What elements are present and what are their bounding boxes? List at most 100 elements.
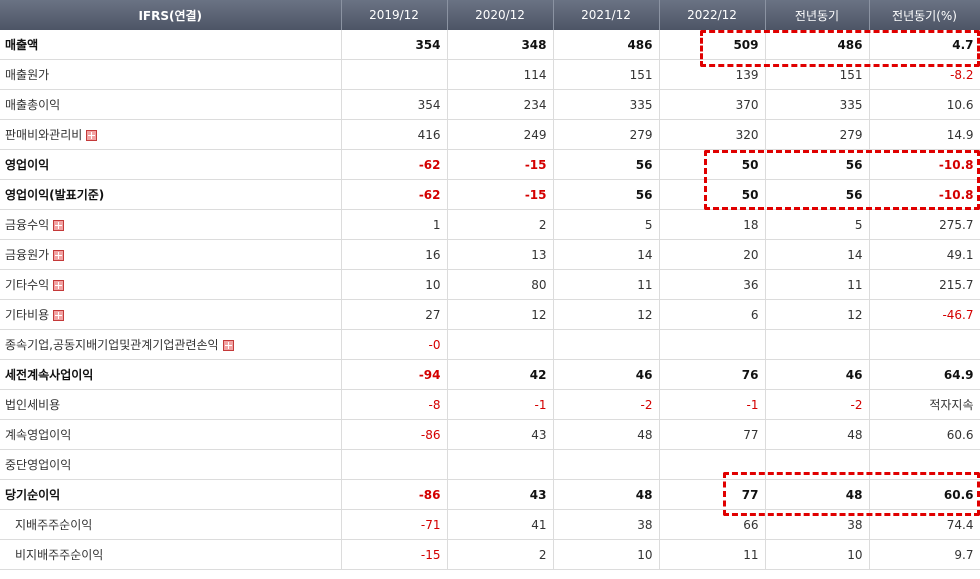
row-label: 중단영업이익	[0, 449, 342, 480]
row-label: 매출총이익	[0, 89, 342, 120]
header-2020: 2020/12	[447, 0, 554, 30]
row-label-text: 지배주주순이익	[15, 518, 93, 532]
value-cell: 60.6	[869, 479, 980, 510]
value-cell: 509	[659, 30, 766, 60]
value-cell: 486	[553, 30, 660, 60]
header-prev-period: 전년동기	[765, 0, 870, 30]
row-label-text: 세전계속사업이익	[5, 368, 94, 382]
row-label: 계속영업이익	[0, 419, 342, 450]
value-cell: 10	[765, 539, 870, 570]
value-cell: 38	[765, 509, 870, 540]
row-label: 지배주주순이익	[0, 509, 342, 540]
header-2021: 2021/12	[553, 0, 660, 30]
table-row: 매출원가 114 151 139 151 -8.2	[0, 59, 980, 90]
value-cell: 486	[765, 30, 870, 60]
row-label-text: 종속기업,공동지배기업및관계기업관련손익	[5, 338, 219, 352]
value-cell	[553, 449, 660, 480]
table-row: 금융원가 16 13 14 20 14 49.1	[0, 239, 980, 270]
row-label[interactable]: 금융수익	[0, 209, 342, 240]
value-cell: 10	[341, 269, 448, 300]
table-row: 기타수익 10 80 11 36 11 215.7	[0, 269, 980, 300]
row-label-text: 법인세비용	[5, 398, 61, 412]
expand-plus-icon[interactable]	[53, 310, 65, 321]
expand-plus-icon[interactable]	[53, 250, 65, 261]
value-cell: 적자지속	[869, 389, 980, 420]
value-cell: -8	[341, 389, 448, 420]
row-label[interactable]: 판매비와관리비	[0, 119, 342, 150]
row-label-text: 금융수익	[5, 218, 50, 232]
value-cell: 43	[447, 419, 554, 450]
value-cell: -86	[341, 419, 448, 450]
value-cell: 38	[553, 509, 660, 540]
value-cell: 48	[765, 479, 870, 510]
value-cell: 10.6	[869, 89, 980, 120]
value-cell: 139	[659, 59, 766, 90]
expand-plus-icon[interactable]	[53, 280, 65, 291]
value-cell: 56	[553, 179, 660, 210]
row-label-text: 비지배주주순이익	[15, 548, 104, 562]
value-cell: 48	[553, 479, 660, 510]
row-label-text: 당기순이익	[5, 488, 61, 502]
row-label: 매출원가	[0, 59, 342, 90]
value-cell: 234	[447, 89, 554, 120]
value-cell: 12	[447, 299, 554, 330]
value-cell: 49.1	[869, 239, 980, 270]
value-cell: 5	[553, 209, 660, 240]
table-row: 당기순이익 -86 43 48 77 48 60.6	[0, 479, 980, 510]
value-cell: 348	[447, 30, 554, 60]
row-label: 법인세비용	[0, 389, 342, 420]
value-cell: 41	[447, 509, 554, 540]
value-cell: 77	[659, 419, 766, 450]
value-cell: -2	[553, 389, 660, 420]
value-cell: 6	[659, 299, 766, 330]
value-cell: 56	[765, 149, 870, 180]
row-label-text: 영업이익	[5, 158, 50, 172]
table-header-row: IFRS(연결) 2019/12 2020/12 2021/12 2022/12…	[0, 0, 980, 30]
value-cell: 279	[553, 119, 660, 150]
expand-plus-icon[interactable]	[222, 340, 234, 351]
table-row: 기타비용 27 12 12 6 12 -46.7	[0, 299, 980, 330]
value-cell: 335	[765, 89, 870, 120]
row-label[interactable]: 종속기업,공동지배기업및관계기업관련손익	[0, 329, 342, 360]
row-label-text: 판매비와관리비	[5, 128, 83, 142]
value-cell: 80	[447, 269, 554, 300]
value-cell: 354	[341, 30, 448, 60]
value-cell: 5	[765, 209, 870, 240]
value-cell: 249	[447, 119, 554, 150]
value-cell: 14	[765, 239, 870, 270]
value-cell: 9.7	[869, 539, 980, 570]
value-cell: 275.7	[869, 209, 980, 240]
value-cell: 46	[553, 359, 660, 390]
value-cell: -46.7	[869, 299, 980, 330]
expand-plus-icon[interactable]	[53, 220, 65, 231]
row-label-text: 기타비용	[5, 308, 50, 322]
value-cell: 16	[341, 239, 448, 270]
value-cell: 46	[765, 359, 870, 390]
row-label[interactable]: 기타비용	[0, 299, 342, 330]
value-cell: -94	[341, 359, 448, 390]
row-label: 매출액	[0, 30, 342, 60]
value-cell	[447, 449, 554, 480]
table-row: 중단영업이익	[0, 449, 980, 480]
row-label: 비지배주주순이익	[0, 539, 342, 570]
value-cell	[869, 449, 980, 480]
value-cell: 36	[659, 269, 766, 300]
expand-plus-icon[interactable]	[86, 130, 98, 141]
value-cell: 354	[341, 89, 448, 120]
value-cell: 50	[659, 179, 766, 210]
value-cell	[341, 59, 448, 90]
value-cell: 12	[765, 299, 870, 330]
value-cell: -0	[341, 329, 448, 360]
value-cell: 370	[659, 89, 766, 120]
row-label[interactable]: 금융원가	[0, 239, 342, 270]
value-cell	[659, 329, 766, 360]
value-cell: -15	[447, 149, 554, 180]
value-cell: 64.9	[869, 359, 980, 390]
value-cell: 215.7	[869, 269, 980, 300]
table-row: 법인세비용 -8 -1 -2 -1 -2 적자지속	[0, 389, 980, 420]
value-cell: 56	[553, 149, 660, 180]
value-cell: 74.4	[869, 509, 980, 540]
row-label[interactable]: 기타수익	[0, 269, 342, 300]
value-cell: 11	[553, 269, 660, 300]
header-prev-period-pct: 전년동기(%)	[869, 0, 980, 30]
